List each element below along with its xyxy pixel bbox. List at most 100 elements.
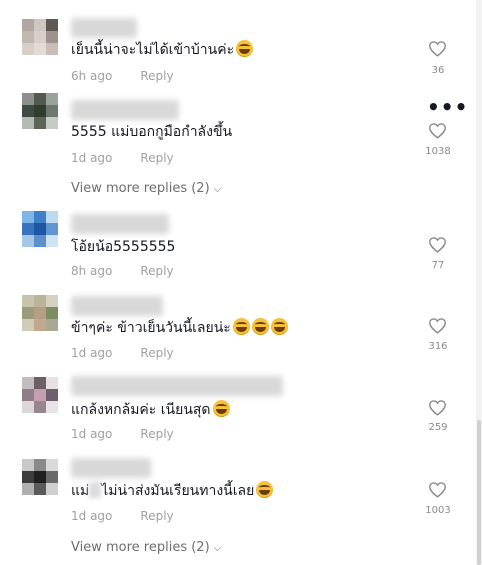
like-count: 77: [431, 260, 445, 271]
view-more-label: View more replies (2): [71, 540, 210, 555]
like-count: 316: [428, 341, 448, 352]
username-blurred[interactable]: [71, 214, 169, 234]
avatar-pixel: [46, 295, 58, 307]
avatar-pixel: [46, 483, 58, 495]
avatar-pixel: [46, 211, 58, 223]
avatar-pixel: [46, 117, 58, 129]
heart-icon[interactable]: [428, 399, 447, 416]
avatar-pixel: [34, 19, 46, 31]
avatar-pixel: [34, 31, 46, 43]
comment-time: 6h ago: [71, 69, 113, 83]
comment-time: 1d ago: [71, 427, 113, 441]
avatar-pixel: [22, 235, 34, 247]
comment-meta: 1d ago Reply: [71, 508, 174, 524]
view-more-label: View more replies (2): [71, 181, 210, 196]
avatar-pixel: [46, 319, 58, 331]
comment-text: แม่ ไม่น่าส่งมันเรียนทางนี้เลย: [71, 481, 274, 500]
heart-icon[interactable]: [428, 122, 447, 139]
avatar-pixel: [34, 295, 46, 307]
avatar-pixel: [34, 471, 46, 483]
comment-meta: 8h ago Reply: [71, 263, 174, 279]
blurred-text: [89, 482, 102, 498]
comment-text: โอ้ยน้อ5555555: [71, 239, 176, 255]
avatar[interactable]: [22, 19, 58, 55]
avatar[interactable]: [22, 377, 58, 413]
avatar-pixel: [46, 43, 58, 55]
reply-button[interactable]: Reply: [140, 69, 173, 83]
view-more-replies-button[interactable]: View more replies (2) ⌵: [71, 540, 221, 557]
chevron-down-icon: ⌵: [213, 543, 222, 554]
username-blurred[interactable]: [71, 296, 163, 316]
more-options-button[interactable]: •••: [427, 97, 468, 117]
avatar-pixel: [34, 377, 46, 389]
comment-time: 1d ago: [71, 151, 113, 165]
avatar-pixel: [22, 377, 34, 389]
avatar-pixel: [22, 319, 34, 331]
avatar-pixel: [34, 483, 46, 495]
avatar-pixel: [34, 389, 46, 401]
avatar-pixel: [22, 223, 34, 235]
avatar[interactable]: [22, 93, 58, 129]
avatar-pixel: [34, 319, 46, 331]
comment-time: 1d ago: [71, 509, 113, 523]
avatar-pixel: [22, 483, 34, 495]
username-blurred[interactable]: [71, 18, 137, 38]
scrollbar-thumb[interactable]: [477, 420, 481, 565]
avatar-pixel: [34, 105, 46, 117]
heart-icon[interactable]: [428, 481, 447, 498]
avatar[interactable]: [22, 459, 58, 495]
comment-meta: 1d ago Reply: [71, 150, 174, 166]
avatar-pixel: [22, 471, 34, 483]
heart-icon[interactable]: [428, 317, 447, 334]
avatar-pixel: [46, 31, 58, 43]
heart-icon[interactable]: [428, 236, 447, 253]
reply-button[interactable]: Reply: [140, 427, 173, 441]
avatar-pixel: [46, 471, 58, 483]
like-count: 1003: [425, 505, 451, 516]
avatar-pixel: [22, 93, 34, 105]
avatar-pixel: [22, 105, 34, 117]
reply-button[interactable]: Reply: [140, 264, 173, 278]
avatar-pixel: [22, 117, 34, 129]
chevron-down-icon: ⌵: [213, 184, 222, 195]
reply-button[interactable]: Reply: [140, 509, 173, 523]
avatar-pixel: [46, 459, 58, 471]
avatar-pixel: [22, 19, 34, 31]
avatar-pixel: [34, 223, 46, 235]
comment-meta: 1d ago Reply: [71, 426, 174, 442]
avatar-pixel: [34, 117, 46, 129]
laughing-emoji-icon: [256, 481, 274, 498]
laughing-emoji-icon: [232, 318, 250, 335]
avatar-pixel: [34, 43, 46, 55]
avatar-pixel: [22, 459, 34, 471]
reply-button[interactable]: Reply: [140, 151, 173, 165]
avatar-pixel: [46, 223, 58, 235]
reply-button[interactable]: Reply: [140, 346, 173, 360]
view-more-replies-button[interactable]: View more replies (2) ⌵: [71, 181, 221, 198]
avatar-pixel: [34, 211, 46, 223]
like-count: 1038: [425, 146, 451, 157]
avatar[interactable]: [22, 295, 58, 331]
heart-icon[interactable]: [428, 40, 447, 57]
avatar[interactable]: [22, 211, 58, 247]
avatar-pixel: [46, 377, 58, 389]
username-blurred[interactable]: [71, 458, 151, 478]
avatar-pixel: [22, 389, 34, 401]
avatar-pixel: [34, 401, 46, 413]
comment-time: 8h ago: [71, 264, 113, 278]
comment-text: 5555 แม่บอกกูมือกำลังขึ้น: [71, 124, 233, 140]
username-blurred[interactable]: [71, 376, 283, 396]
laughing-emoji-icon: [251, 318, 269, 335]
avatar-pixel: [46, 307, 58, 319]
avatar-pixel: [22, 401, 34, 413]
avatar-pixel: [46, 105, 58, 117]
laughing-emoji-icon: [212, 400, 230, 417]
username-blurred[interactable]: [71, 100, 179, 120]
avatar-pixel: [46, 401, 58, 413]
comment-meta: 6h ago Reply: [71, 68, 174, 84]
like-count: 36: [431, 65, 445, 76]
comment-meta: 1d ago Reply: [71, 345, 174, 361]
avatar-pixel: [34, 235, 46, 247]
avatar-pixel: [34, 307, 46, 319]
avatar-pixel: [22, 295, 34, 307]
